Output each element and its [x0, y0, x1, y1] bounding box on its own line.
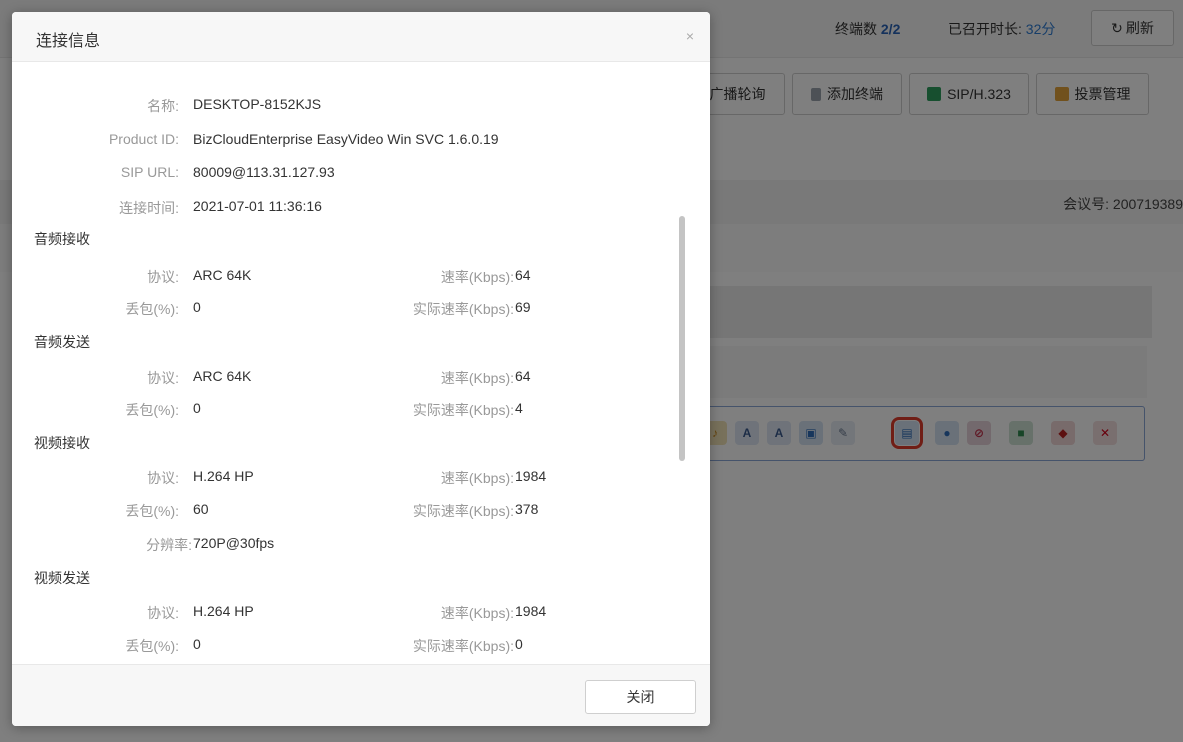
- actual-rate-value: 0: [515, 636, 523, 652]
- loss-label: 丢包(%):: [125, 503, 179, 519]
- protocol-value: ARC 64K: [193, 267, 252, 283]
- rate-label: 速率(Kbps):: [440, 370, 514, 386]
- actual-rate-label: 实际速率(Kbps):: [412, 402, 514, 418]
- resolution-label: 分辨率:: [146, 537, 192, 553]
- rate-value: 1984: [515, 603, 547, 619]
- dialog-body: 名称: DESKTOP-8152KJS Product ID: BizCloud…: [12, 62, 710, 664]
- actual-rate-value: 69: [515, 299, 531, 315]
- section-title-audio-send: 音频发送: [34, 334, 90, 350]
- loss-value: 0: [193, 636, 201, 652]
- rate-value: 64: [515, 267, 531, 283]
- protocol-label: 协议:: [147, 470, 179, 486]
- rate-label: 速率(Kbps):: [440, 269, 514, 285]
- connect-time-label: 连接时间:: [119, 200, 179, 216]
- section-title-video-receive: 视频接收: [34, 435, 90, 451]
- product-id-value: BizCloudEnterprise EasyVideo Win SVC 1.6…: [193, 131, 499, 147]
- sip-url-label: SIP URL:: [120, 164, 179, 180]
- protocol-value: H.264 HP: [193, 468, 254, 484]
- rate-label: 速率(Kbps):: [440, 470, 514, 486]
- protocol-label: 协议:: [147, 269, 179, 285]
- rate-value: 64: [515, 368, 531, 384]
- dialog-scrollbar[interactable]: [679, 216, 685, 461]
- actual-rate-value: 4: [515, 400, 523, 416]
- loss-value: 60: [193, 501, 209, 517]
- actual-rate-value: 378: [515, 501, 539, 517]
- loss-value: 0: [193, 299, 201, 315]
- loss-label: 丢包(%):: [125, 402, 179, 418]
- rate-label: 速率(Kbps):: [440, 605, 514, 621]
- actual-rate-label: 实际速率(Kbps):: [412, 638, 514, 654]
- rate-value: 1984: [515, 468, 547, 484]
- name-value: DESKTOP-8152KJS: [193, 96, 322, 112]
- loss-label: 丢包(%):: [125, 638, 179, 654]
- protocol-label: 协议:: [147, 605, 179, 621]
- protocol-value: ARC 64K: [193, 368, 252, 384]
- actual-rate-label: 实际速率(Kbps):: [412, 503, 514, 519]
- product-id-label: Product ID:: [108, 131, 179, 147]
- section-title-video-send: 视频发送: [34, 570, 90, 586]
- loss-value: 0: [193, 400, 201, 416]
- connection-info-dialog: 连接信息 × 名称: DESKTOP-8152KJS Product ID: B…: [12, 12, 710, 726]
- name-label: 名称:: [147, 98, 179, 114]
- protocol-label: 协议:: [147, 370, 179, 386]
- actual-rate-label: 实际速率(Kbps):: [412, 301, 514, 317]
- dialog-title: 连接信息: [36, 33, 101, 50]
- close-icon[interactable]: ×: [686, 28, 694, 44]
- dialog-header: 连接信息 ×: [12, 12, 710, 62]
- resolution-value: 720P@30fps: [193, 535, 275, 551]
- dialog-footer: 关闭: [12, 664, 710, 726]
- close-button[interactable]: 关闭: [585, 680, 696, 714]
- connect-time-value: 2021-07-01 11:36:16: [193, 198, 322, 214]
- loss-label: 丢包(%):: [125, 301, 179, 317]
- sip-url-value: 80009@113.31.127.93: [193, 164, 335, 180]
- section-title-audio-receive: 音频接收: [34, 231, 90, 247]
- protocol-value: H.264 HP: [193, 603, 254, 619]
